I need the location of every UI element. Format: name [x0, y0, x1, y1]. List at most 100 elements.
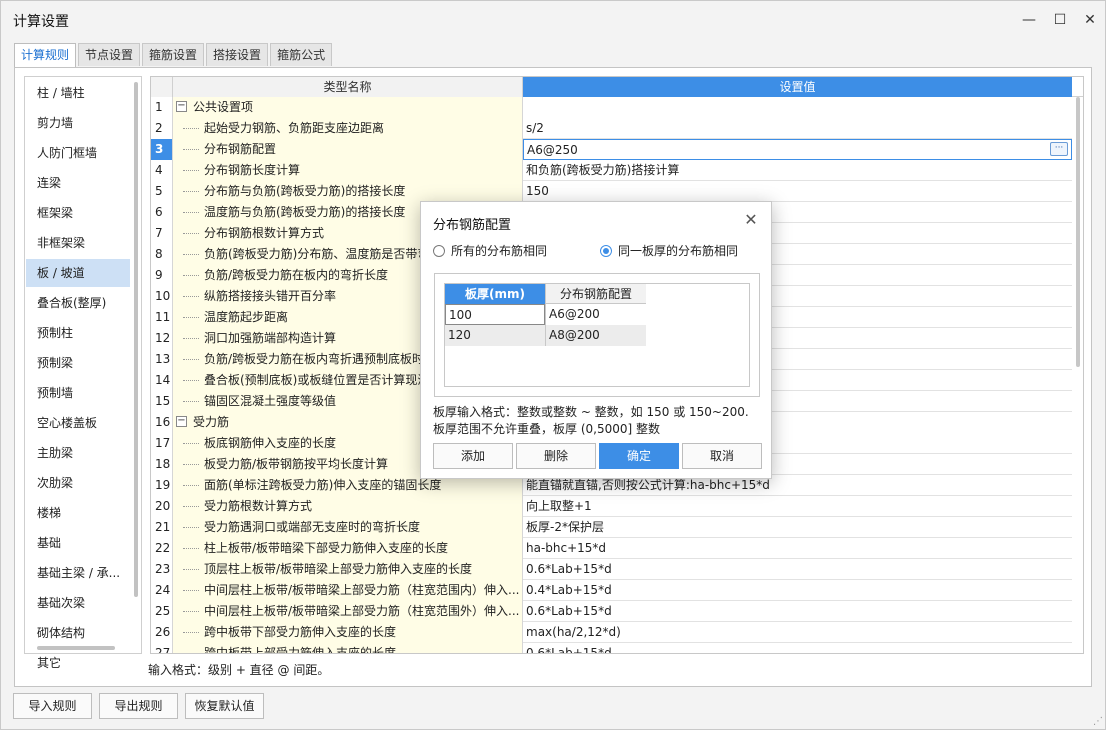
- left-list-item[interactable]: 非框架梁: [26, 229, 130, 257]
- table-row[interactable]: 22 柱上板带/板带暗梁下部受力筋伸入支座的长度 ha-bhc+15*d: [151, 538, 1072, 559]
- left-list-item[interactable]: 预制梁: [26, 349, 130, 377]
- collapse-icon[interactable]: −: [176, 416, 187, 427]
- row-number: 1: [151, 97, 173, 118]
- table-row[interactable]: 24 中间层柱上板带/板带暗梁上部受力筋（柱宽范围内）伸入... 0.4*Lab+1…: [151, 580, 1072, 601]
- left-list-item[interactable]: 柱 / 墙柱: [26, 79, 130, 107]
- left-list-item[interactable]: 板 / 坡道: [26, 259, 130, 287]
- tab-node-settings[interactable]: 节点设置: [78, 43, 141, 66]
- left-list-item[interactable]: 基础次梁: [26, 589, 130, 617]
- left-list-item[interactable]: 预制柱: [26, 319, 130, 347]
- import-rules-button[interactable]: 导入规则: [13, 693, 92, 719]
- tab-stirrup-settings[interactable]: 箍筋设置: [142, 43, 205, 66]
- left-list-item[interactable]: 叠合板(整厚): [26, 289, 130, 317]
- setting-value-cell[interactable]: 和负筋(跨板受力筋)搭接计算: [523, 160, 1072, 181]
- type-name-cell: 中间层柱上板带/板带暗梁上部受力筋（柱宽范围内）伸入...: [173, 580, 523, 601]
- delete-button[interactable]: 删除: [516, 443, 596, 469]
- setting-value-cell[interactable]: A6@250 ···: [523, 139, 1072, 160]
- thickness-cell[interactable]: 120: [445, 325, 545, 346]
- left-list-item[interactable]: 次肋梁: [26, 469, 130, 497]
- left-list-item[interactable]: 预制墙: [26, 379, 130, 407]
- row-number: 27: [151, 643, 173, 653]
- config-cell[interactable]: A6@200: [545, 304, 646, 325]
- minimize-button[interactable]: —: [1013, 7, 1045, 33]
- component-type-list[interactable]: 柱 / 墙柱 剪力墙 人防门框墙 连梁 框架梁 非框架梁板 / 坡道 叠合板(整厚) 预制柱预…: [24, 76, 142, 670]
- setting-value-text: 0.6*Lab+15*d: [526, 604, 612, 618]
- export-rules-button[interactable]: 导出规则: [99, 693, 178, 719]
- setting-value-text: 0.6*Lab+15*d: [526, 646, 612, 654]
- table-row[interactable]: 23 顶层柱上板带/板带暗梁上部受力筋伸入支座的长度 0.6*Lab+15*d: [151, 559, 1072, 580]
- tab-calc-rules[interactable]: 计算规则: [14, 43, 77, 68]
- radio-same-thickness-circle[interactable]: [600, 244, 612, 257]
- setting-value-cell[interactable]: 0.4*Lab+15*d: [523, 580, 1072, 601]
- row-number: 14: [151, 370, 173, 391]
- tab-lap-settings[interactable]: 搭接设置: [206, 43, 269, 66]
- left-list-item[interactable]: 连梁: [26, 169, 130, 197]
- left-list-item[interactable]: 空心楼盖板: [26, 409, 130, 437]
- row-number: 23: [151, 559, 173, 580]
- setting-value-cell[interactable]: 向上取整+1: [523, 496, 1072, 517]
- left-list-scrollbar[interactable]: [134, 82, 138, 597]
- ellipsis-icon[interactable]: ···: [1050, 142, 1068, 156]
- row-number: 11: [151, 307, 173, 328]
- type-name-cell: 受力筋遇洞口或端部无支座时的弯折长度: [173, 517, 523, 538]
- left-list-item[interactable]: 基础主梁 / 承...: [26, 559, 130, 587]
- table-row[interactable]: 2 起始受力钢筋、负筋距支座边距离 s/2: [151, 118, 1072, 139]
- table-row[interactable]: 26 跨中板带下部受力筋伸入支座的长度 max(ha/2,12*d): [151, 622, 1072, 643]
- restore-defaults-button[interactable]: 恢复默认值: [185, 693, 264, 719]
- add-button[interactable]: 添加: [433, 443, 513, 469]
- setting-value-cell[interactable]: 150: [523, 181, 1072, 202]
- tree-connector: [183, 485, 199, 486]
- table-row[interactable]: 1− 公共设置项: [151, 97, 1072, 118]
- header-setting-value: 设置值: [523, 77, 1072, 97]
- table-row[interactable]: 5 分布筋与负筋(跨板受力筋)的搭接长度 150: [151, 181, 1072, 202]
- cancel-button[interactable]: 取消: [682, 443, 762, 469]
- table-row[interactable]: 3 分布钢筋配置 A6@250 ···: [151, 139, 1072, 160]
- left-list-item[interactable]: 剪力墙: [26, 109, 130, 137]
- left-list-hscrollbar[interactable]: [37, 646, 115, 650]
- table-row[interactable]: 21 受力筋遇洞口或端部无支座时的弯折长度 板厚-2*保护层: [151, 517, 1072, 538]
- setting-value-cell[interactable]: 板厚-2*保护层: [523, 517, 1072, 538]
- table-row[interactable]: 27 跨中板带上部受力筋伸入支座的长度 0.6*Lab+15*d: [151, 643, 1072, 654]
- setting-value-cell[interactable]: 0.6*Lab+15*d: [523, 559, 1072, 580]
- setting-value-cell[interactable]: 0.6*Lab+15*d: [523, 643, 1072, 654]
- config-cell[interactable]: A8@200: [545, 325, 646, 346]
- collapse-icon[interactable]: −: [176, 101, 187, 112]
- left-list-item[interactable]: 基础: [26, 529, 130, 557]
- setting-value-cell[interactable]: ha-bhc+15*d: [523, 538, 1072, 559]
- radio-same-thickness[interactable]: 同一板厚的分布筋相同: [600, 242, 738, 259]
- table-row[interactable]: 20 受力筋根数计算方式 向上取整+1: [151, 496, 1072, 517]
- hint-line-1: 板厚输入格式：整数或整数 ~ 整数，如 150 或 150~200.: [433, 405, 749, 419]
- resize-grip-icon[interactable]: ⋰: [1093, 716, 1103, 727]
- title-bar: 计算设置 — ☐ ✕: [1, 1, 1105, 39]
- grid-scrollbar[interactable]: [1076, 97, 1080, 367]
- table-row[interactable]: 4 分布钢筋长度计算 和负筋(跨板受力筋)搭接计算: [151, 160, 1072, 181]
- left-list-item[interactable]: 砌体结构: [26, 619, 130, 647]
- setting-value-cell[interactable]: s/2: [523, 118, 1072, 139]
- tree-connector: [183, 653, 199, 654]
- table-row[interactable]: 100 A6@200: [445, 304, 646, 325]
- row-number: 3: [151, 139, 173, 160]
- table-row[interactable]: 25 中间层柱上板带/板带暗梁上部受力筋（柱宽范围外）伸入... 0.6*Lab+1…: [151, 601, 1072, 622]
- setting-value-cell[interactable]: max(ha/2,12*d): [523, 622, 1072, 643]
- left-list-item[interactable]: 主肋梁: [26, 439, 130, 467]
- left-list-item[interactable]: 其它: [26, 649, 130, 677]
- row-number: 15: [151, 391, 173, 412]
- table-row[interactable]: 120 A8@200: [445, 325, 646, 346]
- dialog-close-icon[interactable]: ✕: [741, 210, 761, 230]
- setting-value-cell[interactable]: [523, 97, 1072, 118]
- type-name-cell: 起始受力钢筋、负筋距支座边距离: [173, 118, 523, 139]
- ok-button[interactable]: 确定: [599, 443, 679, 469]
- close-button[interactable]: ✕: [1074, 7, 1106, 33]
- radio-all-same-circle[interactable]: [433, 244, 445, 257]
- left-list-item[interactable]: 框架梁: [26, 199, 130, 227]
- type-name-text: 负筋(跨板受力筋)分布筋、温度筋是否带弯: [204, 247, 430, 261]
- radio-all-same[interactable]: 所有的分布筋相同: [433, 242, 547, 259]
- left-list-item[interactable]: 人防门框墙: [26, 139, 130, 167]
- tab-stirrup-formula[interactable]: 箍筋公式: [270, 43, 333, 66]
- maximize-button[interactable]: ☐: [1044, 7, 1076, 33]
- thickness-cell[interactable]: 100: [445, 304, 545, 325]
- row-number: 5: [151, 181, 173, 202]
- tree-connector: [183, 380, 199, 381]
- setting-value-cell[interactable]: 0.6*Lab+15*d: [523, 601, 1072, 622]
- left-list-item[interactable]: 楼梯: [26, 499, 130, 527]
